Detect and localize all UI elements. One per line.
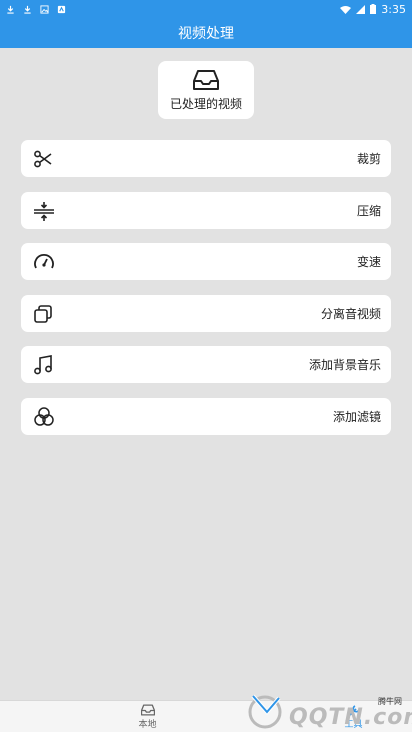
filter-icon	[34, 406, 54, 426]
tool-item-label: 变速	[356, 255, 381, 269]
download-icon	[7, 5, 14, 14]
inbox-icon	[140, 704, 155, 715]
tool-item-speed[interactable]: 变速	[21, 243, 391, 280]
processed-videos-label: 已处理的视频	[169, 96, 242, 111]
tab-local-label: 本地	[138, 719, 157, 730]
tab-tools[interactable]: 工具	[295, 701, 412, 732]
tool-item-label: 压缩	[356, 204, 381, 218]
status-bar: 3:35	[0, 0, 412, 18]
wifi-icon	[340, 5, 352, 14]
compress-icon	[34, 201, 54, 221]
download-icon	[24, 5, 31, 14]
speedometer-icon	[34, 253, 54, 268]
processed-videos-button[interactable]: 已处理的视频	[158, 61, 254, 119]
image-icon	[40, 4, 49, 14]
tool-item-crop[interactable]: 裁剪	[21, 140, 391, 177]
tool-item-label: 分离音视频	[320, 307, 381, 321]
tool-item-bgm[interactable]: 添加背景音乐	[21, 346, 391, 383]
tool-item-compress[interactable]: 压缩	[21, 192, 391, 229]
app-bar: 视频处理	[0, 18, 412, 48]
tool-item-label: 添加滤镜	[332, 410, 381, 424]
tab-tools-label: 工具	[344, 719, 363, 730]
tab-local[interactable]: 本地	[0, 701, 295, 732]
bottom-navigation: 本地 工具	[0, 700, 412, 732]
status-time: 3:35	[381, 2, 406, 16]
tool-item-filter[interactable]: 添加滤镜	[21, 398, 391, 435]
tool-item-label: 添加背景音乐	[308, 358, 381, 372]
android-icon	[57, 5, 66, 13]
battery-icon	[370, 4, 377, 14]
tool-icon	[348, 704, 360, 716]
tool-item-separate-av[interactable]: 分离音视频	[21, 295, 391, 332]
copy-icon	[34, 304, 52, 323]
tool-item-label: 裁剪	[356, 152, 381, 166]
signal-icon	[356, 4, 366, 14]
inbox-icon	[193, 69, 219, 90]
scissors-icon	[34, 150, 52, 167]
music-icon	[34, 354, 52, 374]
page-title: 视频处理	[178, 26, 234, 42]
